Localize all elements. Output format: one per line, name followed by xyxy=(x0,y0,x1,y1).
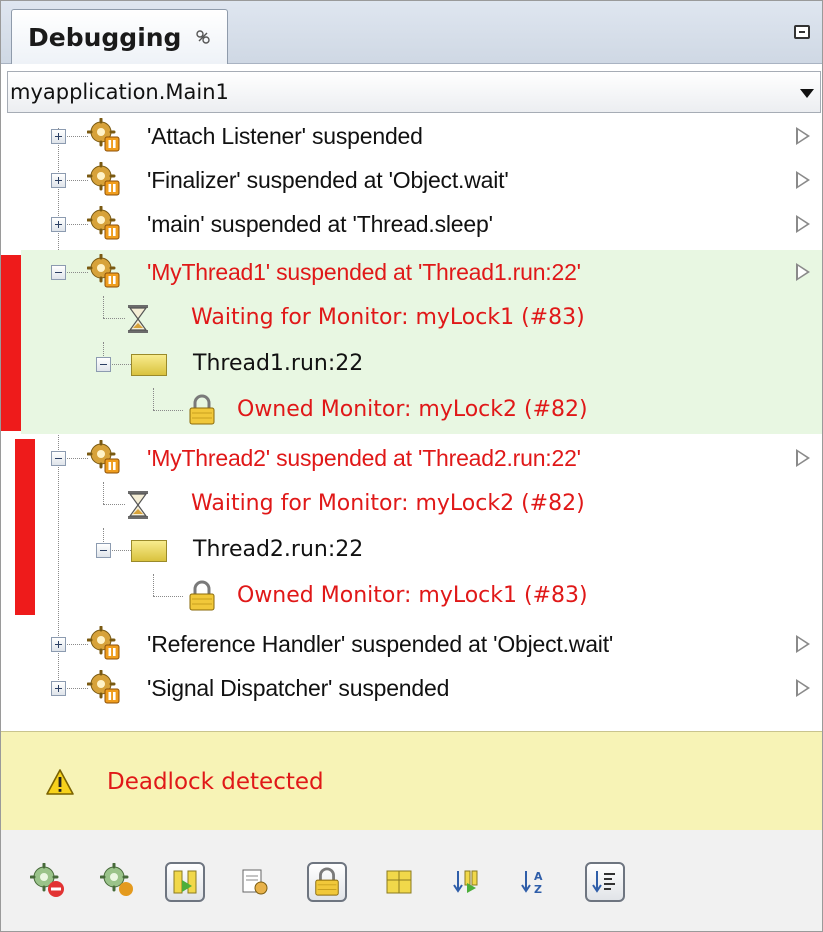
sort-natural-icon[interactable] xyxy=(585,862,625,902)
call-frame-icon xyxy=(131,540,167,562)
thread-suspended-icon xyxy=(87,670,123,706)
thread-suspended-icon xyxy=(87,440,123,476)
thread-suspended-icon xyxy=(87,626,123,662)
owned-monitor-label: Owned Monitor: myLock1 (#83) xyxy=(237,583,588,608)
thread-label: 'Signal Dispatcher' suspended xyxy=(147,675,450,701)
resume-thread-icon[interactable] xyxy=(796,263,810,281)
debug-toolbar: AZ xyxy=(1,830,822,931)
thread-row[interactable]: 'Signal Dispatcher' suspended xyxy=(1,666,822,710)
deadlock-message: Deadlock detected xyxy=(107,769,324,795)
monitor-waiting-row[interactable]: Waiting for Monitor: myLock2 (#82) xyxy=(1,482,822,528)
thread-row[interactable]: 'Attach Listener' suspended xyxy=(1,114,822,158)
thread-label: 'MyThread2' suspended at 'Thread2.run:22… xyxy=(147,445,581,471)
lock-icon xyxy=(187,580,217,612)
thread-row[interactable]: 'Finalizer' suspended at 'Object.wait' xyxy=(1,158,822,202)
expand-toggle[interactable] xyxy=(51,129,66,144)
resume-thread-icon[interactable] xyxy=(796,679,810,697)
show-suspended-only-icon[interactable] xyxy=(165,862,205,902)
call-frame-icon xyxy=(131,354,167,376)
warning-icon xyxy=(46,769,74,795)
thread-label: 'Finalizer' suspended at 'Object.wait' xyxy=(147,167,509,193)
thread-suspended-icon xyxy=(87,162,123,198)
resume-thread-icon[interactable] xyxy=(796,215,810,233)
tab-title: Debugging xyxy=(28,22,182,52)
deadlock-marker xyxy=(1,255,21,431)
session-value: myapplication.Main1 xyxy=(10,80,229,104)
waiting-monitor-label: Waiting for Monitor: myLock1 (#83) xyxy=(191,305,585,330)
resume-thread-icon[interactable] xyxy=(796,127,810,145)
sort-alphabetically-icon[interactable]: AZ xyxy=(515,862,555,902)
thread-suspended-icon xyxy=(87,118,123,154)
resume-thread-icon[interactable] xyxy=(796,449,810,467)
chevron-down-icon[interactable] xyxy=(800,89,814,98)
thread-label: 'Reference Handler' suspended at 'Object… xyxy=(147,631,614,657)
thread-row[interactable]: 'main' suspended at 'Thread.sleep' xyxy=(1,202,822,246)
minimize-icon[interactable] xyxy=(794,25,810,39)
suspend-all-icon[interactable] xyxy=(99,862,139,902)
expand-toggle[interactable] xyxy=(51,173,66,188)
tab-bar: Debugging xyxy=(1,1,822,64)
monitor-waiting-row[interactable]: Waiting for Monitor: myLock1 (#83) xyxy=(21,296,822,342)
resume-thread-icon[interactable] xyxy=(796,171,810,189)
monitor-owned-row[interactable]: Owned Monitor: myLock1 (#83) xyxy=(1,574,822,620)
call-frame-label: Thread2.run:22 xyxy=(193,537,364,562)
thread-row[interactable]: 'MyThread2' suspended at 'Thread2.run:22… xyxy=(1,436,822,482)
collapse-toggle[interactable] xyxy=(96,357,111,372)
debugging-window: Debugging myapplication.Main1 'Attach Li… xyxy=(0,0,823,932)
thread-row[interactable]: 'MyThread1' suspended at 'Thread1.run:22… xyxy=(21,250,822,296)
resume-all-disabled-icon[interactable] xyxy=(29,862,69,902)
deadlock-banner: Deadlock detected xyxy=(1,731,822,831)
hourglass-icon xyxy=(127,304,149,334)
resume-thread-icon[interactable] xyxy=(796,635,810,653)
call-frame-label: Thread1.run:22 xyxy=(193,351,364,376)
thread-suspended-icon xyxy=(87,254,123,290)
svg-text:Z: Z xyxy=(534,883,542,896)
thread-label: 'Attach Listener' suspended xyxy=(147,123,423,149)
close-icon[interactable] xyxy=(195,29,211,45)
call-frame-row[interactable]: Thread2.run:22 xyxy=(1,528,822,574)
expand-toggle[interactable] xyxy=(51,681,66,696)
show-monitors-icon[interactable] xyxy=(307,862,347,902)
show-system-threads-icon[interactable] xyxy=(235,862,275,902)
expand-toggle[interactable] xyxy=(51,217,66,232)
lock-icon xyxy=(187,394,217,426)
collapse-toggle[interactable] xyxy=(51,451,66,466)
collapse-toggle[interactable] xyxy=(96,543,111,558)
owned-monitor-label: Owned Monitor: myLock2 (#82) xyxy=(237,397,588,422)
tab-debugging[interactable]: Debugging xyxy=(11,9,228,64)
thread-label: 'main' suspended at 'Thread.sleep' xyxy=(147,211,493,237)
sort-by-suspend-icon[interactable] xyxy=(447,862,487,902)
waiting-monitor-label: Waiting for Monitor: myLock2 (#82) xyxy=(191,491,585,516)
session-dropdown[interactable]: myapplication.Main1 xyxy=(7,71,821,113)
call-frame-row[interactable]: Thread1.run:22 xyxy=(21,342,822,388)
thread-tree: 'Attach Listener' suspended 'Finalizer' … xyxy=(1,114,822,704)
svg-text:A: A xyxy=(534,870,543,883)
thread-label: 'MyThread1' suspended at 'Thread1.run:22… xyxy=(147,259,581,285)
expand-toggle[interactable] xyxy=(51,637,66,652)
monitor-owned-row[interactable]: Owned Monitor: myLock2 (#82) xyxy=(21,388,822,434)
hourglass-icon xyxy=(127,490,149,520)
thread-suspended-icon xyxy=(87,206,123,242)
collapse-toggle[interactable] xyxy=(51,265,66,280)
thread-row[interactable]: 'Reference Handler' suspended at 'Object… xyxy=(1,622,822,666)
show-thread-groups-icon[interactable] xyxy=(379,862,419,902)
